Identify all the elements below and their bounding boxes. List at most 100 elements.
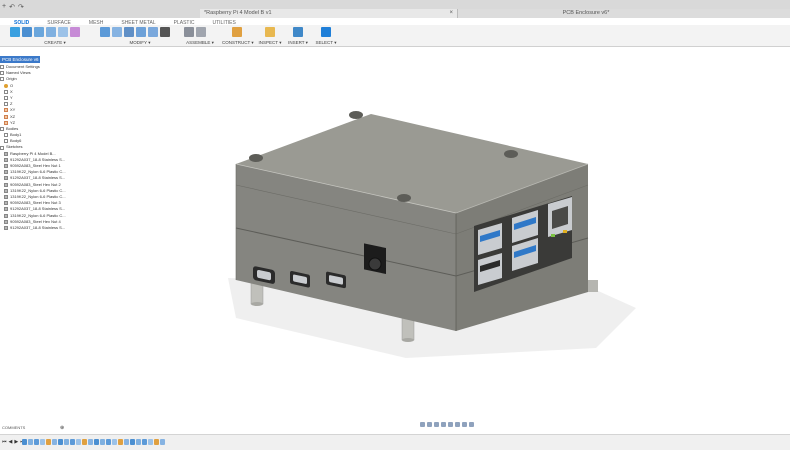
assemble-menu[interactable]: ASSEMBLE ▾	[184, 40, 216, 46]
extrude-icon[interactable]	[22, 27, 32, 37]
3d-viewport[interactable]	[66, 48, 790, 420]
plane-icon	[4, 108, 8, 113]
timeline-feature-icon[interactable]	[160, 439, 165, 445]
redo-icon[interactable]: ↷	[18, 3, 24, 11]
body-icon	[4, 133, 8, 138]
lid-screw	[504, 150, 518, 158]
folder-icon	[0, 65, 4, 70]
display-settings-icon[interactable]	[455, 422, 460, 427]
timeline-feature-icon[interactable]	[64, 439, 69, 445]
revolve-icon[interactable]	[34, 27, 44, 37]
inspect-menu[interactable]: INSPECT ▾	[258, 40, 282, 46]
comp-icon	[4, 151, 8, 156]
form-icon[interactable]	[70, 27, 80, 37]
look-at-icon[interactable]	[427, 422, 432, 427]
standoff-leg	[401, 317, 415, 341]
timeline-prev-icon[interactable]: ◀	[9, 439, 13, 445]
folder-icon	[0, 77, 4, 82]
inspect-group: INSPECT ▾	[258, 27, 282, 47]
chamfer-icon[interactable]	[124, 27, 134, 37]
timeline-feature-icon[interactable]	[142, 439, 147, 445]
create-group: CREATE ▾	[10, 27, 100, 47]
comp-icon	[4, 157, 8, 162]
comp-icon	[4, 225, 8, 230]
add-comment-icon[interactable]: ⊕	[60, 424, 64, 432]
insert-group: INSERT ▾	[287, 27, 309, 47]
lid-screw	[349, 111, 363, 119]
document-tab-pcb-enclosure[interactable]: PCB Enclosure v6*	[458, 9, 790, 18]
zoom-icon[interactable]	[441, 422, 446, 427]
timeline-feature-icon[interactable]	[22, 439, 27, 445]
timeline-feature-icon[interactable]	[130, 439, 135, 445]
comments-panel[interactable]: COMMENTS	[0, 424, 66, 432]
browser-item-label: 91292A037_18-8 Stainless S...	[10, 224, 66, 230]
document-tab-raspberry-pi[interactable]: *Raspberry Pi 4 Model B v1 ×	[200, 9, 458, 18]
quick-access-toolbar: + ↶ ↷	[2, 3, 24, 11]
browser-root-item[interactable]: PCB Enclosure v6	[0, 56, 40, 63]
comp-icon	[4, 219, 8, 224]
modify-menu[interactable]: MODIFY ▾	[100, 40, 180, 46]
loft-icon[interactable]	[58, 27, 68, 37]
timeline-feature-icon[interactable]	[148, 439, 153, 445]
new-file-icon[interactable]: +	[2, 3, 6, 11]
standoff-leg	[588, 280, 598, 292]
undo-icon[interactable]: ↶	[9, 3, 15, 11]
construct-menu[interactable]: CONSTRUCT ▾	[222, 40, 254, 46]
timeline-feature-icon[interactable]	[34, 439, 39, 445]
comp-icon	[4, 164, 8, 169]
folder-icon	[0, 71, 4, 76]
timeline-feature-icon[interactable]	[118, 439, 123, 445]
comp-icon	[4, 188, 8, 193]
timeline-feature-icon[interactable]	[76, 439, 81, 445]
timeline-feature-icon[interactable]	[70, 439, 75, 445]
pan-icon[interactable]	[434, 422, 439, 427]
shell-icon[interactable]	[136, 27, 146, 37]
folder-icon	[0, 126, 4, 131]
press-pull-icon[interactable]	[100, 27, 110, 37]
timeline-feature-icon[interactable]	[58, 439, 63, 445]
document-tab-label: *Raspberry Pi 4 Model B v1	[204, 10, 272, 16]
timeline-feature-icon[interactable]	[82, 439, 87, 445]
timeline-feature-icon[interactable]	[136, 439, 141, 445]
offset-plane-icon[interactable]	[232, 27, 242, 37]
browser-item-comp[interactable]: 91292A037_18-8 Stainless S...	[0, 225, 66, 231]
insert-menu[interactable]: INSERT ▾	[287, 40, 309, 46]
select-cursor-icon[interactable]	[321, 27, 331, 37]
grid-settings-icon[interactable]	[462, 422, 467, 427]
timeline-feature-icon[interactable]	[154, 439, 159, 445]
joint-icon[interactable]	[196, 27, 206, 37]
move-icon[interactable]	[160, 27, 170, 37]
fit-icon[interactable]	[448, 422, 453, 427]
insert-image-icon[interactable]	[293, 27, 303, 37]
timeline-feature-icon[interactable]	[46, 439, 51, 445]
axis-icon	[4, 102, 8, 107]
select-menu[interactable]: SELECT ▾	[315, 40, 337, 46]
enclosure-model[interactable]	[66, 48, 790, 420]
timeline-feature-icon[interactable]	[124, 439, 129, 445]
combine-icon[interactable]	[148, 27, 158, 37]
timeline-feature-icon[interactable]	[88, 439, 93, 445]
timeline-feature-icon[interactable]	[112, 439, 117, 445]
timeline-feature-icon[interactable]	[52, 439, 57, 445]
timeline-feature-icon[interactable]	[106, 439, 111, 445]
comp-icon	[4, 182, 8, 187]
new-component-icon[interactable]	[184, 27, 194, 37]
create-menu[interactable]: CREATE ▾	[10, 40, 100, 46]
toolbar: CREATE ▾ MODIFY ▾ ASSEMBLE ▾ CONSTRUCT ▾…	[0, 25, 790, 47]
timeline-feature-icon[interactable]	[94, 439, 99, 445]
close-tab-icon[interactable]: ×	[449, 9, 453, 18]
viewports-icon[interactable]	[469, 422, 474, 427]
sweep-icon[interactable]	[46, 27, 56, 37]
timeline-feature-icon[interactable]	[28, 439, 33, 445]
timeline-feature-icon[interactable]	[40, 439, 45, 445]
comp-icon	[4, 176, 8, 181]
timeline-play-icon[interactable]: ▶	[14, 439, 18, 445]
origin-icon	[4, 83, 8, 88]
orbit-icon[interactable]	[420, 422, 425, 427]
create-sketch-icon[interactable]	[10, 27, 20, 37]
browser-panel: PCB Enclosure v6 Document Settings Named …	[0, 56, 66, 276]
timeline-feature-icon[interactable]	[100, 439, 105, 445]
fillet-icon[interactable]	[112, 27, 122, 37]
measure-icon[interactable]	[265, 27, 275, 37]
timeline-start-icon[interactable]: ⏮	[2, 439, 7, 445]
